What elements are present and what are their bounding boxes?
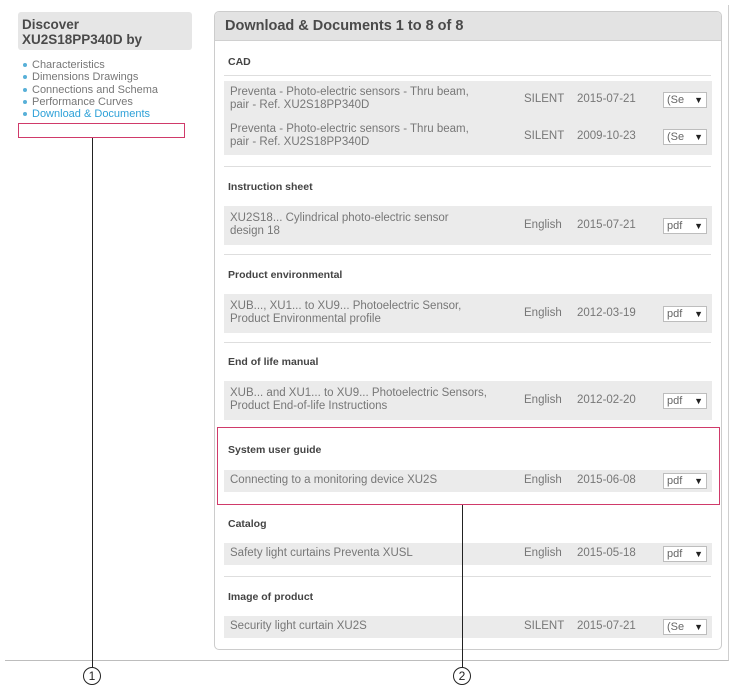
section-title-product-environmental: Product environmental: [228, 269, 343, 281]
doc-language: SILENT: [524, 130, 565, 142]
table-row: XU2S18... Cylindrical photo-electric sen…: [224, 206, 712, 245]
format-select[interactable]: (Se ▼: [663, 92, 707, 108]
section-title-catalog: Catalog: [228, 518, 267, 530]
sidebar-title: Discover XU2S18PP340D by: [18, 12, 192, 50]
format-select[interactable]: pdf ▼: [663, 546, 707, 562]
section-title-image-of-product: Image of product: [228, 591, 314, 603]
sidebar-item-characteristics[interactable]: Characteristics: [22, 59, 158, 71]
sidebar-item-dimensions-drawings[interactable]: Dimensions Drawings: [22, 71, 158, 83]
table-row: Safety light curtains Preventa XUSL Engl…: [224, 543, 712, 565]
highlight-box-system-user-guide: [217, 427, 720, 505]
format-select[interactable]: pdf ▼: [663, 393, 707, 409]
callout-number-2: 2: [453, 667, 471, 685]
sidebar-item-download-documents[interactable]: Download & Documents: [22, 108, 158, 120]
section-divider: [224, 254, 711, 255]
table-row: XUB..., XU1... to XU9... Photoelectric S…: [224, 294, 712, 333]
doc-title-line[interactable]: XUB..., XU1... to XU9... Photoelectric S…: [230, 300, 461, 313]
table-row: XUB... and XU1... to XU9... Photoelectri…: [224, 381, 712, 420]
format-select-value: pdf: [667, 220, 683, 232]
sidebar-item-connections-schema[interactable]: Connections and Schema: [22, 84, 158, 96]
triangle-down-icon: ▼: [694, 221, 703, 231]
section-title-instruction-sheet: Instruction sheet: [228, 181, 313, 193]
doc-title-line[interactable]: XUB... and XU1... to XU9... Photoelectri…: [230, 387, 487, 400]
highlight-box-sidebar: [18, 123, 185, 138]
section-title-end-of-life-manual: End of life manual: [228, 356, 319, 368]
triangle-down-icon: ▼: [694, 622, 703, 632]
panel-header: Download & Documents 1 to 8 of 8: [215, 12, 721, 41]
doc-title[interactable]: Safety light curtains Preventa XUSL: [230, 547, 413, 560]
format-select-value: pdf: [667, 548, 683, 560]
format-select-value: pdf: [667, 308, 683, 320]
format-select-value: pdf: [667, 395, 683, 407]
doc-title-line[interactable]: pair - Ref. XU2S18PP340D: [230, 136, 469, 149]
sidebar-title-line2: XU2S18PP340D by: [22, 32, 143, 47]
table-row: Preventa - Photo-electric sensors - Thru…: [224, 118, 712, 155]
section-title-cad: CAD: [228, 56, 251, 68]
doc-title-line[interactable]: design 18: [230, 225, 449, 238]
section-divider: [224, 75, 711, 76]
callout-leader-line: [462, 505, 463, 668]
doc-language: SILENT: [524, 93, 565, 105]
triangle-down-icon: ▼: [694, 309, 703, 319]
format-select[interactable]: pdf ▼: [663, 218, 707, 234]
callout-number-1: 1: [83, 667, 101, 685]
doc-title-line[interactable]: Product Environmental profile: [230, 313, 461, 326]
triangle-down-icon: ▼: [694, 95, 703, 105]
triangle-down-icon: ▼: [694, 396, 703, 406]
format-select[interactable]: pdf ▼: [663, 306, 707, 322]
doc-date: 2015-07-21: [577, 93, 636, 105]
doc-date: 2012-02-20: [577, 394, 636, 406]
section-divider: [224, 576, 711, 577]
doc-title-line[interactable]: Product End-of-life Instructions: [230, 400, 487, 413]
doc-title-line[interactable]: XU2S18... Cylindrical photo-electric sen…: [230, 212, 449, 225]
format-select-value: (Se: [667, 131, 685, 143]
format-select[interactable]: (Se ▼: [663, 619, 707, 635]
callout-leader-line: [92, 138, 93, 668]
section-divider: [224, 166, 711, 167]
doc-title-line[interactable]: Preventa - Photo-electric sensors - Thru…: [230, 123, 469, 136]
sidebar-item-performance-curves[interactable]: Performance Curves: [22, 96, 158, 108]
doc-language: English: [524, 307, 562, 319]
doc-language: English: [524, 219, 562, 231]
doc-language: SILENT: [524, 620, 565, 632]
doc-date: 2012-03-19: [577, 307, 636, 319]
documents-panel: Download & Documents 1 to 8 of 8 CAD Pre…: [214, 11, 722, 650]
format-select[interactable]: (Se ▼: [663, 129, 707, 145]
doc-language: English: [524, 547, 562, 559]
doc-language: English: [524, 394, 562, 406]
table-row: Preventa - Photo-electric sensors - Thru…: [224, 81, 712, 118]
doc-title-line[interactable]: pair - Ref. XU2S18PP340D: [230, 99, 469, 112]
doc-title[interactable]: Security light curtain XU2S: [230, 620, 367, 633]
triangle-down-icon: ▼: [694, 549, 703, 559]
format-select-value: (Se: [667, 94, 685, 106]
triangle-down-icon: ▼: [694, 132, 703, 142]
section-divider: [224, 342, 711, 343]
doc-date: 2015-05-18: [577, 547, 636, 559]
doc-date: 2009-10-23: [577, 130, 636, 142]
sidebar-nav: Characteristics Dimensions Drawings Conn…: [22, 59, 158, 120]
format-select-value: (Se: [667, 621, 685, 633]
sidebar-title-line1: Discover: [22, 17, 80, 32]
doc-title-line[interactable]: Preventa - Photo-electric sensors - Thru…: [230, 86, 469, 99]
doc-date: 2015-07-21: [577, 620, 636, 632]
table-row: Security light curtain XU2S SILENT 2015-…: [224, 616, 712, 638]
doc-date: 2015-07-21: [577, 219, 636, 231]
